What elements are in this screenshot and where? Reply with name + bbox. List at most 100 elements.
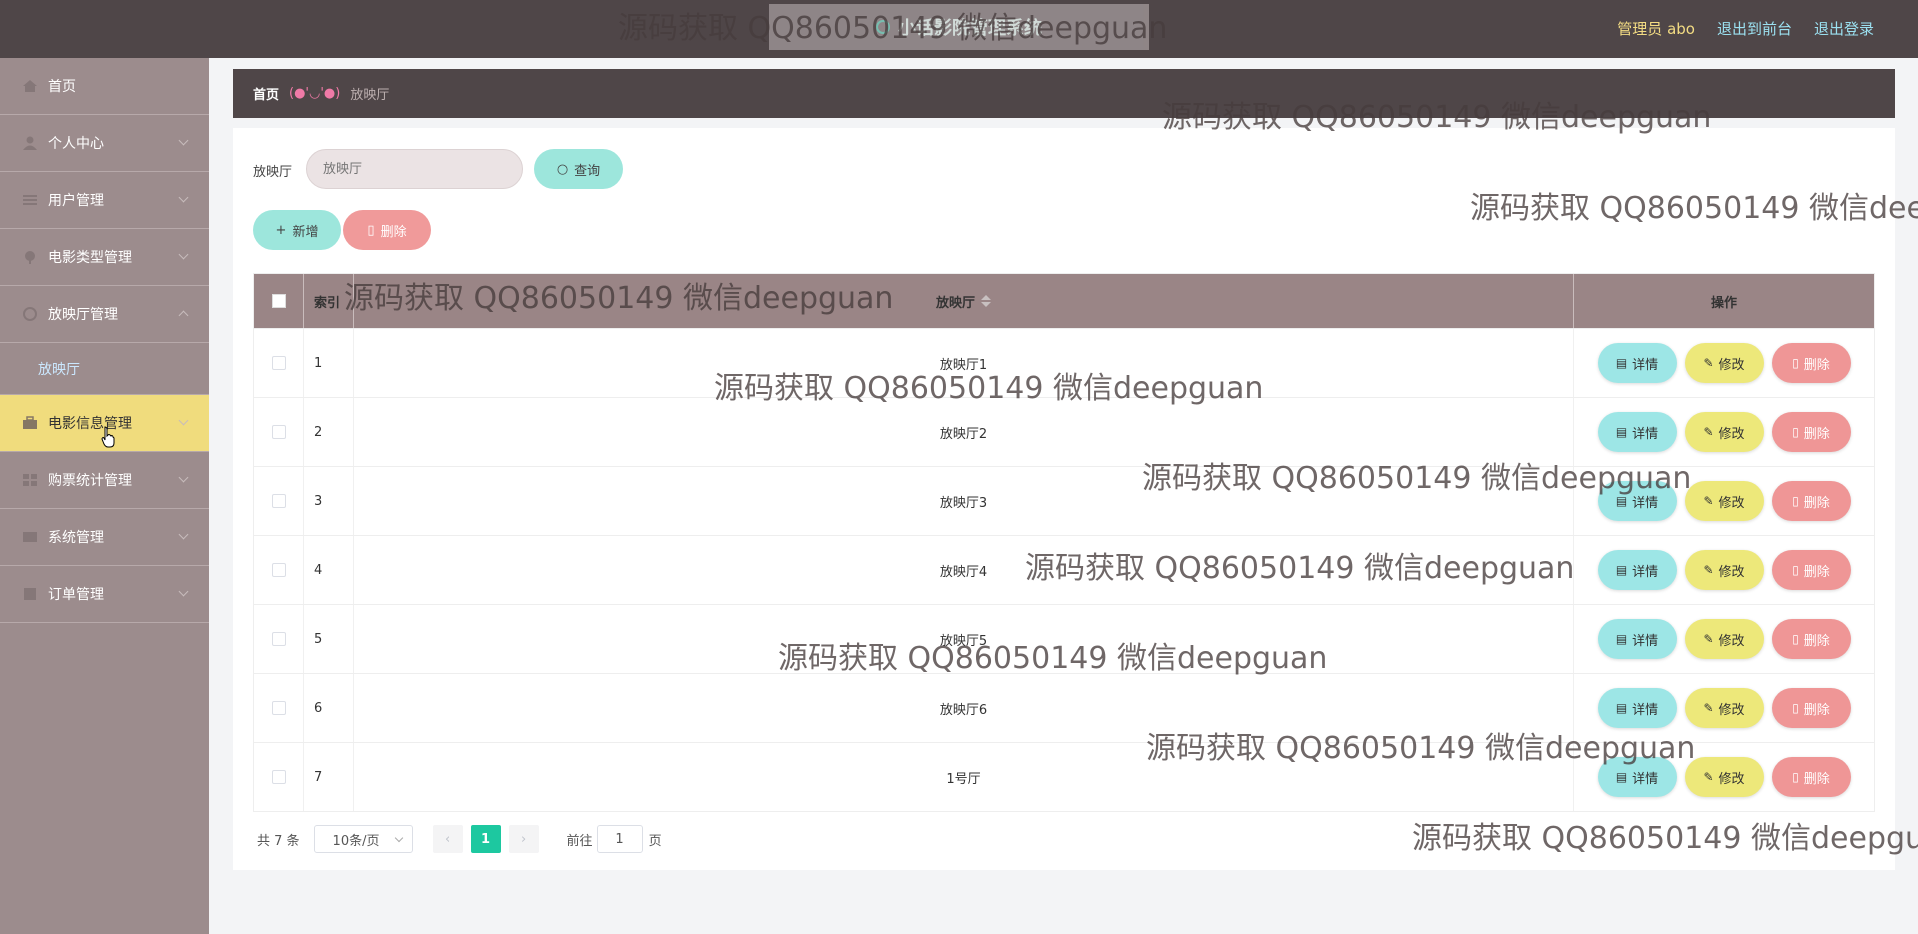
edit-button[interactable]: ✎ 修改	[1684, 688, 1764, 728]
sidebar-item-system[interactable]: 系统管理	[0, 509, 209, 566]
document-icon: ▤	[1615, 632, 1628, 646]
search-label: 放映厅	[253, 165, 293, 180]
row-checkbox[interactable]	[271, 563, 286, 577]
app-logo-icon	[876, 20, 890, 34]
row-index: 1	[304, 329, 354, 397]
sidebar-item-home[interactable]: 首页	[0, 58, 209, 115]
logout-link[interactable]: 退出登录	[1814, 18, 1874, 39]
sidebar-item-profile[interactable]: 个人中心	[0, 115, 209, 172]
detail-button[interactable]: ▤ 详情	[1597, 688, 1677, 728]
delete-button[interactable]: ▯ 删除	[1771, 619, 1851, 659]
row-index: 7	[304, 743, 354, 811]
detail-button[interactable]: ▤ 详情	[1597, 343, 1677, 383]
batch-delete-button[interactable]: ▯ 删除	[343, 210, 431, 250]
select-all-checkbox[interactable]	[271, 294, 286, 308]
document-icon: ▤	[1615, 563, 1628, 577]
sort-icon[interactable]	[981, 295, 991, 307]
add-button[interactable]: + 新增	[253, 210, 341, 250]
sidebar-item-ticket-stats[interactable]: 购票统计管理	[0, 452, 209, 509]
search-input[interactable]	[306, 149, 523, 189]
sidebar-item-label: 购票统计管理	[48, 473, 132, 489]
sidebar-item-orders[interactable]: 订单管理	[0, 566, 209, 623]
circle-icon	[23, 307, 37, 321]
sidebar-item-halls[interactable]: 放映厅管理	[0, 286, 209, 343]
row-checkbox[interactable]	[271, 425, 286, 439]
sidebar-item-users[interactable]: 用户管理	[0, 172, 209, 229]
search-button[interactable]: ○ 查询	[534, 149, 623, 189]
edit-button[interactable]: ✎ 修改	[1684, 343, 1764, 383]
app-title: 小话影院管理系统	[769, 4, 1149, 50]
document-icon: ▤	[1615, 494, 1628, 508]
header-ops: 操作	[1710, 295, 1737, 311]
document-icon: ▤	[1615, 701, 1628, 715]
detail-button[interactable]: ▤ 详情	[1597, 412, 1677, 452]
header-name[interactable]: 放映厅	[354, 274, 1574, 328]
prev-page-button[interactable]: ‹	[432, 825, 463, 853]
detail-label: 详情	[1632, 564, 1659, 580]
table-row: 1 放映厅1 ▤ 详情 ✎ 修改 ▯ 删除	[254, 328, 1874, 397]
edit-button[interactable]: ✎ 修改	[1684, 550, 1764, 590]
goto-page-input[interactable]	[596, 825, 643, 853]
edit-button[interactable]: ✎ 修改	[1684, 619, 1764, 659]
edit-label: 修改	[1718, 564, 1745, 580]
chevron-down-icon	[178, 586, 189, 597]
table-row: 3 放映厅3 ▤ 详情 ✎ 修改 ▯ 删除	[254, 466, 1874, 535]
sidebar-item-movie-types[interactable]: 电影类型管理	[0, 229, 209, 286]
row-checkbox[interactable]	[271, 494, 286, 508]
add-button-label: 新增	[292, 224, 319, 240]
detail-button[interactable]: ▤ 详情	[1597, 757, 1677, 797]
row-checkbox[interactable]	[271, 701, 286, 715]
page-size-select[interactable]: 10条/页	[313, 825, 413, 853]
row-checkbox[interactable]	[271, 356, 286, 370]
delete-label: 删除	[1803, 633, 1830, 649]
delete-button[interactable]: ▯ 删除	[1771, 550, 1851, 590]
row-checkbox[interactable]	[271, 770, 286, 784]
page-suffix: 页	[648, 833, 662, 849]
delete-button[interactable]: ▯ 删除	[1771, 757, 1851, 797]
detail-button[interactable]: ▤ 详情	[1597, 619, 1677, 659]
row-index: 6	[304, 674, 354, 742]
row-hall-name: 放映厅1	[354, 329, 1574, 397]
detail-label: 详情	[1632, 633, 1659, 649]
delete-button[interactable]: ▯ 删除	[1771, 688, 1851, 728]
edit-label: 修改	[1718, 357, 1745, 373]
document-icon	[24, 588, 36, 600]
tag-icon	[25, 251, 35, 264]
row-checkbox[interactable]	[271, 632, 286, 646]
edit-button[interactable]: ✎ 修改	[1684, 412, 1764, 452]
edit-button[interactable]: ✎ 修改	[1684, 481, 1764, 521]
edit-icon: ✎	[1703, 563, 1714, 577]
sidebar-item-label: 放映厅管理	[48, 307, 118, 323]
trash-icon: ▯	[1792, 494, 1799, 508]
exit-to-frontend-link[interactable]: 退出到前台	[1717, 18, 1792, 39]
detail-button[interactable]: ▤ 详情	[1597, 550, 1677, 590]
detail-label: 详情	[1632, 495, 1659, 511]
breadcrumb-emoticon: (●'◡'●)	[289, 86, 341, 101]
sidebar-subitem-hall[interactable]: 放映厅	[0, 343, 209, 395]
document-icon: ▤	[1615, 425, 1628, 439]
breadcrumb-home[interactable]: 首页	[253, 84, 279, 103]
edit-icon: ✎	[1703, 356, 1714, 370]
sidebar-item-label: 用户管理	[48, 193, 104, 209]
delete-button[interactable]: ▯ 删除	[1771, 481, 1851, 521]
edit-icon: ✎	[1703, 425, 1714, 439]
row-hall-name: 放映厅2	[354, 398, 1574, 466]
edit-icon: ✎	[1703, 494, 1714, 508]
edit-button[interactable]: ✎ 修改	[1684, 757, 1764, 797]
detail-button[interactable]: ▤ 详情	[1597, 481, 1677, 521]
row-hall-name: 放映厅3	[354, 467, 1574, 535]
chevron-down-icon	[178, 529, 189, 540]
table-row: 4 放映厅4 ▤ 详情 ✎ 修改 ▯ 删除	[254, 535, 1874, 604]
table-header: 索引 放映厅 操作	[254, 274, 1874, 328]
delete-label: 删除	[1803, 426, 1830, 442]
next-page-button[interactable]: ›	[508, 825, 539, 853]
page-number-current[interactable]: 1	[470, 825, 501, 853]
delete-button[interactable]: ▯ 删除	[1771, 412, 1851, 452]
document-icon: ▤	[1615, 770, 1628, 784]
edit-icon: ✎	[1703, 701, 1714, 715]
pagination: 共 7 条 10条/页 ‹ 1 › 前往 页	[257, 825, 662, 853]
table-row: 5 放映厅5 ▤ 详情 ✎ 修改 ▯ 删除	[254, 604, 1874, 673]
mouse-cursor-icon	[101, 426, 115, 448]
delete-button[interactable]: ▯ 删除	[1771, 343, 1851, 383]
admin-label: 管理员 abo	[1617, 20, 1695, 38]
